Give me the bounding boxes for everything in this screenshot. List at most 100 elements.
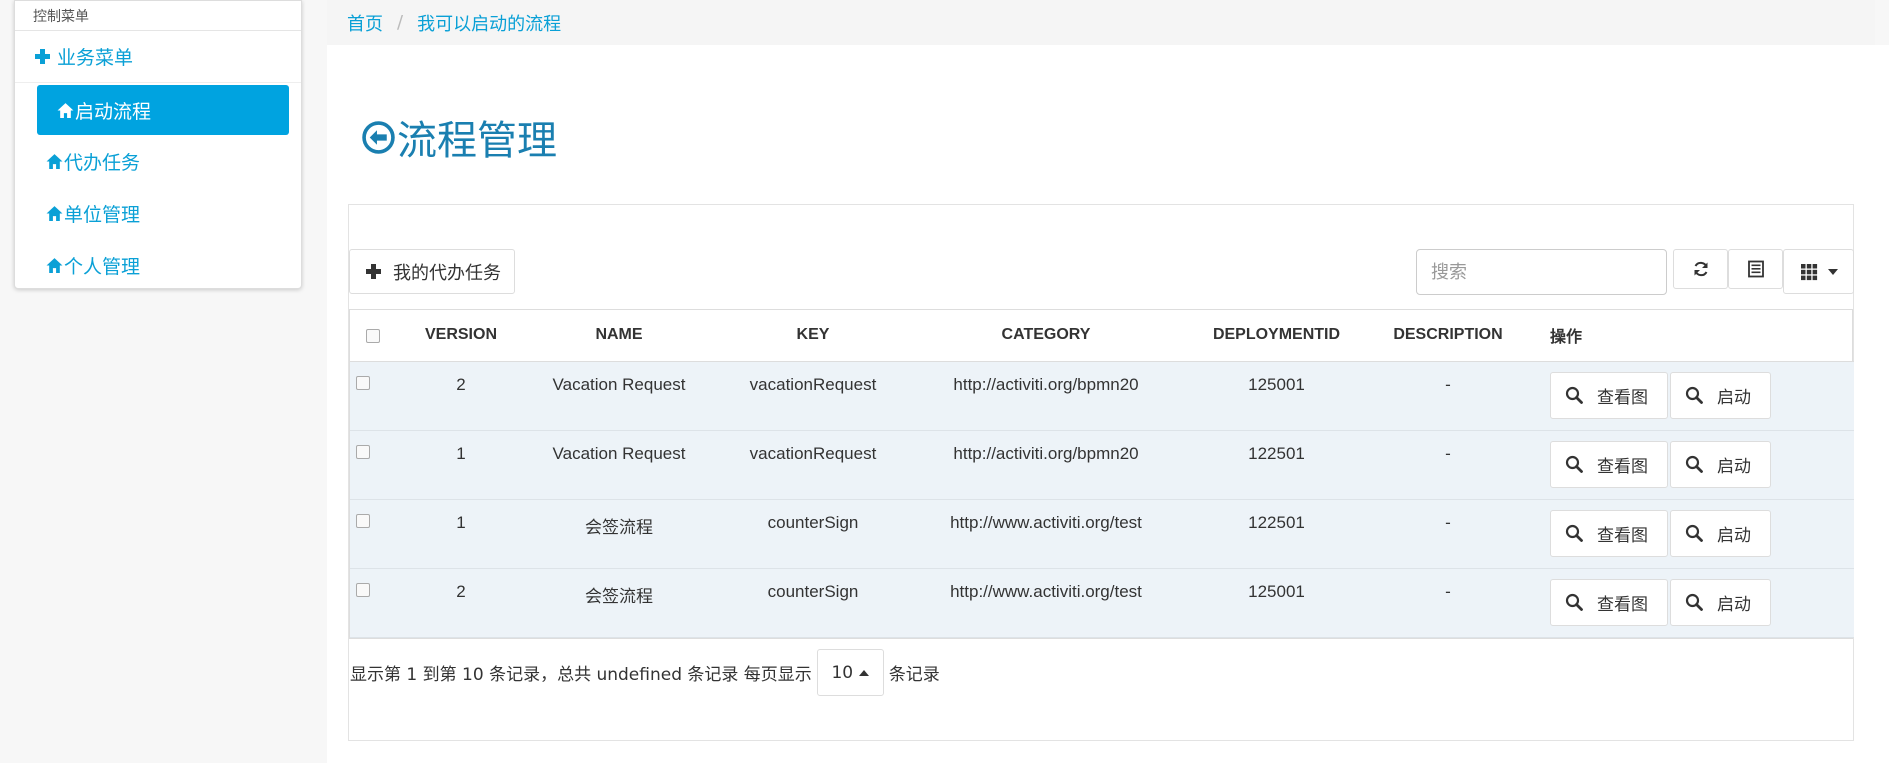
pagination-info-text: 显示第 1 到第 10 条记录，总共 undefined 条记录 每页显示 — [350, 665, 812, 685]
column-header[interactable]: NAME — [510, 310, 728, 362]
actions-cell: 查看图 启动 — [1537, 430, 1854, 499]
start-process-label: 启动 — [1717, 525, 1751, 546]
category-cell: http://www.activiti.org/test — [950, 581, 1142, 601]
view-diagram-label: 查看图 — [1597, 525, 1648, 546]
plus-icon — [366, 264, 381, 279]
deploymentid-cell: 125001 — [1248, 581, 1305, 601]
sidebar-item-start-process[interactable]: 启动流程 — [37, 85, 289, 135]
key-cell: counterSign — [767, 512, 859, 532]
description-cell: - — [1445, 581, 1451, 601]
start-process-label: 启动 — [1717, 456, 1751, 477]
description-cell: - — [1445, 374, 1451, 394]
sidebar-item-label: 启动流程 — [75, 100, 152, 123]
view-diagram-label: 查看图 — [1597, 387, 1648, 408]
key-cell: counterSign — [767, 581, 859, 601]
search-icon — [1565, 524, 1583, 542]
description-cell: - — [1445, 512, 1451, 532]
search-icon — [1685, 455, 1703, 473]
table-row: 1 Vacation Request vacationRequest http:… — [350, 430, 1854, 499]
row-checkbox[interactable] — [356, 514, 370, 529]
home-icon — [57, 102, 74, 118]
column-header: 操作 — [1537, 310, 1854, 362]
key-cell: vacationRequest — [749, 374, 877, 394]
name-cell: 会签流程 — [585, 517, 653, 537]
view-diagram-label: 查看图 — [1597, 456, 1648, 477]
circle-arrow-left-icon[interactable] — [362, 120, 395, 154]
column-header[interactable]: VERSION — [412, 310, 510, 362]
sidebar-item-todo-tasks[interactable]: 代办任务 — [15, 135, 301, 187]
pagination-suffix: 条记录 — [888, 665, 940, 685]
toggle-view-button[interactable] — [1728, 249, 1783, 289]
home-icon — [46, 257, 63, 273]
breadcrumb-home-link[interactable]: 首页 — [347, 10, 383, 36]
category-cell: http://activiti.org/bpmn20 — [953, 443, 1139, 463]
sidebar-item-label: 代办任务 — [64, 151, 141, 174]
breadcrumb-separator: / — [397, 12, 404, 33]
home-icon — [46, 205, 63, 221]
refresh-button[interactable] — [1673, 249, 1728, 289]
view-diagram-button[interactable]: 查看图 — [1550, 440, 1668, 488]
chevron-down-icon — [1827, 268, 1838, 275]
version-cell: 1 — [456, 512, 466, 532]
description-cell: - — [1445, 443, 1451, 463]
start-process-label: 启动 — [1717, 594, 1751, 615]
start-process-button[interactable]: 启动 — [1670, 440, 1771, 488]
sidebar-item-label: 单位管理 — [64, 203, 141, 226]
plus-icon — [35, 49, 50, 64]
deploymentid-cell: 122501 — [1248, 443, 1305, 463]
version-cell: 2 — [456, 581, 466, 601]
search-icon — [1685, 524, 1703, 542]
category-cell: http://activiti.org/bpmn20 — [953, 374, 1139, 394]
page-title: 流程管理 — [362, 108, 557, 166]
sidebar-group-label: 业务菜单 — [57, 47, 134, 69]
search-input[interactable] — [1416, 249, 1667, 295]
row-checkbox[interactable] — [356, 583, 370, 598]
sidebar-item-personal-management[interactable]: 个人管理 — [15, 239, 301, 291]
row-checkbox[interactable] — [356, 445, 370, 460]
columns-dropdown-button[interactable] — [1783, 249, 1854, 294]
row-checkbox[interactable] — [356, 376, 370, 391]
process-table: VERSION NAME KEY CATEGORY DEPLOYMENTID D… — [349, 309, 1854, 639]
column-header[interactable]: DESCRIPTION — [1359, 310, 1537, 362]
select-all-cell — [350, 310, 412, 362]
my-todo-tasks-label: 我的代办任务 — [393, 262, 501, 284]
sidebar-item-unit-management[interactable]: 单位管理 — [15, 187, 301, 239]
table-header-row: VERSION NAME KEY CATEGORY DEPLOYMENTID D… — [350, 310, 1854, 362]
my-todo-tasks-button[interactable]: 我的代办任务 — [349, 249, 515, 294]
page-size-dropdown[interactable]: 10 — [816, 649, 884, 696]
sidebar-group-business-menu[interactable]: 业务菜单 — [15, 31, 301, 83]
row-checkbox-cell — [350, 568, 412, 637]
actions-cell: 查看图 启动 — [1537, 568, 1854, 637]
search-icon — [1565, 386, 1583, 404]
start-process-label: 启动 — [1717, 387, 1751, 408]
actions-cell: 查看图 启动 — [1537, 361, 1854, 430]
view-diagram-button[interactable]: 查看图 — [1550, 509, 1668, 557]
row-checkbox-cell — [350, 499, 412, 568]
breadcrumb-current-link[interactable]: 我可以启动的流程 — [417, 10, 561, 36]
column-header[interactable]: KEY — [728, 310, 898, 362]
start-process-button[interactable]: 启动 — [1670, 509, 1771, 557]
select-all-checkbox[interactable] — [366, 329, 380, 344]
deploymentid-cell: 122501 — [1248, 512, 1305, 532]
deploymentid-cell: 125001 — [1248, 374, 1305, 394]
chevron-up-icon — [859, 669, 870, 676]
page-size-value: 10 — [831, 662, 854, 683]
refresh-icon — [1694, 261, 1707, 277]
category-cell: http://www.activiti.org/test — [950, 512, 1142, 532]
pagination: 显示第 1 到第 10 条记录，总共 undefined 条记录 每页显示 10… — [350, 649, 940, 696]
column-header[interactable]: CATEGORY — [898, 310, 1194, 362]
table-row: 1 会签流程 counterSign http://www.activiti.o… — [350, 499, 1854, 568]
column-header[interactable]: DEPLOYMENTID — [1194, 310, 1359, 362]
breadcrumb: 首页 / 我可以启动的流程 — [327, 0, 1875, 45]
view-diagram-button[interactable]: 查看图 — [1550, 371, 1668, 419]
actions-cell: 查看图 启动 — [1537, 499, 1854, 568]
key-cell: vacationRequest — [749, 443, 877, 463]
start-process-button[interactable]: 启动 — [1670, 371, 1771, 419]
table-row: 2 会签流程 counterSign http://www.activiti.o… — [350, 568, 1854, 637]
table-row: 2 Vacation Request vacationRequest http:… — [350, 361, 1854, 430]
page-title-text: 流程管理 — [397, 118, 557, 164]
search-icon — [1685, 593, 1703, 611]
view-diagram-button[interactable]: 查看图 — [1550, 578, 1668, 626]
version-cell: 2 — [456, 374, 466, 394]
start-process-button[interactable]: 启动 — [1670, 578, 1771, 626]
